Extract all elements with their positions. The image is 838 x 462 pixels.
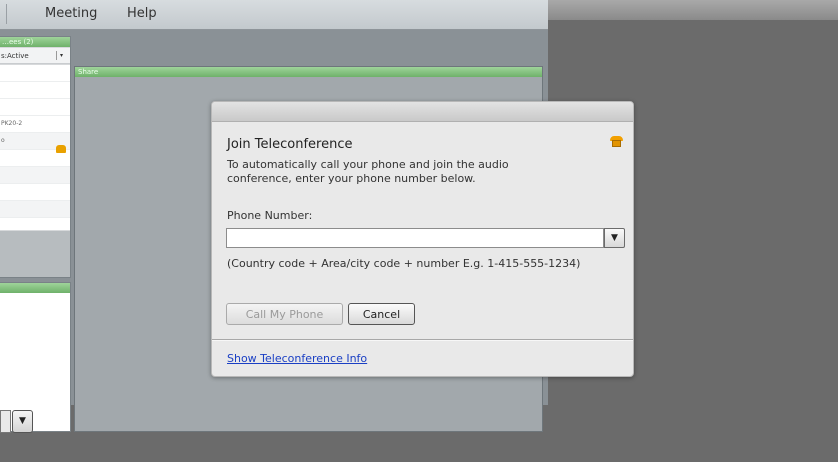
- list-item[interactable]: [0, 65, 70, 82]
- chat-pod-header[interactable]: [0, 283, 70, 293]
- phone-number-input[interactable]: [226, 228, 604, 248]
- bottom-field[interactable]: [0, 410, 11, 433]
- dialog-description: To automatically call your phone and joi…: [227, 158, 509, 185]
- attendee-status-label: s:Active: [1, 52, 29, 60]
- attendees-pod-footer: [0, 231, 70, 277]
- attendee-list: PK20-2 o: [0, 65, 70, 235]
- list-item[interactable]: [0, 82, 70, 99]
- dialog-title-bar[interactable]: [212, 102, 633, 122]
- dialog-divider-highlight: [212, 340, 633, 341]
- attendee-status-selector[interactable]: s:Active ▾: [0, 48, 70, 64]
- menu-meeting[interactable]: Meeting: [45, 6, 97, 21]
- menu-help[interactable]: Help: [127, 6, 157, 21]
- bottom-dropdown-button[interactable]: ▼: [12, 410, 33, 433]
- call-my-phone-button[interactable]: Call My Phone: [226, 303, 343, 325]
- menu-bar: Meeting Help: [0, 0, 548, 30]
- phone-number-dropdown-button[interactable]: ▼: [604, 228, 625, 248]
- list-item[interactable]: [0, 201, 70, 218]
- phone-format-hint: (Country code + Area/city code + number …: [227, 257, 581, 270]
- top-strip: [548, 0, 838, 20]
- share-pod-header[interactable]: Share: [75, 67, 542, 77]
- menu-separator: [6, 4, 7, 24]
- telephone-icon: [610, 136, 623, 147]
- chevron-down-icon: ▼: [611, 233, 618, 243]
- phone-number-label: Phone Number:: [227, 209, 313, 222]
- show-teleconference-info-link[interactable]: Show Teleconference Info: [227, 352, 367, 365]
- join-teleconference-dialog: Join Teleconference To automatically cal…: [211, 101, 634, 377]
- list-item[interactable]: [0, 99, 70, 116]
- dialog-heading: Join Teleconference: [227, 137, 353, 152]
- telephone-icon: [56, 145, 66, 153]
- list-item[interactable]: [0, 184, 70, 201]
- chevron-down-icon: ▼: [19, 416, 26, 426]
- bottom-control: ▼: [0, 410, 33, 433]
- list-item[interactable]: PK20-2: [0, 116, 70, 133]
- cancel-button[interactable]: Cancel: [348, 303, 415, 325]
- list-item[interactable]: [0, 167, 70, 184]
- chevron-down-icon[interactable]: ▾: [56, 51, 66, 60]
- attendees-pod: …ees (2) s:Active ▾ PK20-2 o: [0, 36, 71, 278]
- attendees-pod-header[interactable]: …ees (2): [0, 37, 70, 47]
